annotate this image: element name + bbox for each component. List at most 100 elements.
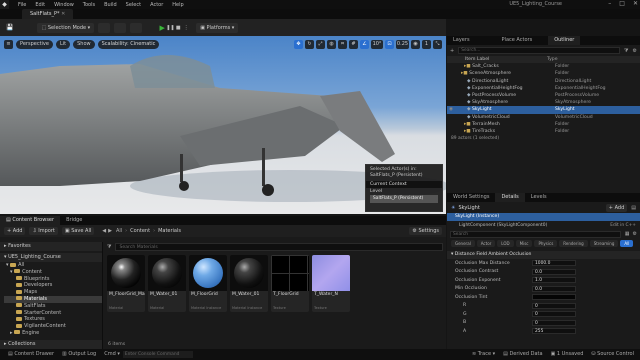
- tree-item-selected[interactable]: Materials: [4, 295, 102, 303]
- outliner-row[interactable]: ▸■ TireTracks Folder: [447, 128, 640, 135]
- section-header[interactable]: ▾ Distance Field Ambient Occlusion: [447, 251, 640, 259]
- asset-tile[interactable]: M_FloorGrid Material Instance: [189, 255, 227, 312]
- history-forward-icon[interactable]: ▶: [108, 228, 112, 234]
- tab-layers[interactable]: Layers: [447, 36, 476, 45]
- favorites-header[interactable]: ▸ Favorites: [0, 242, 102, 251]
- col-item-label[interactable]: Item Label: [465, 56, 547, 63]
- more-options-icon[interactable]: ⋮: [182, 24, 190, 32]
- tree-item[interactable]: StarterContent: [4, 310, 102, 317]
- asset-tile[interactable]: M_FloorGrid_Master Material: [107, 255, 145, 312]
- outliner-row[interactable]: ▸■ SceneAtmosphere Folder: [447, 70, 640, 77]
- outliner-row[interactable]: ◉ ◆ SkyLight SkyLight: [447, 106, 640, 114]
- close-icon[interactable]: ✕: [633, 0, 638, 9]
- path-all[interactable]: All: [116, 228, 122, 234]
- property-matrix-icon[interactable]: ▦: [625, 231, 630, 237]
- tree-item[interactable]: Blueprints: [4, 276, 102, 283]
- tab-level[interactable]: SaltFlats_P* ✕: [22, 9, 74, 19]
- tree-item[interactable]: Textures: [4, 316, 102, 323]
- outliner-row[interactable]: ◆ PostProcessVolume PostProcessVolume: [447, 92, 640, 99]
- visibility-icon[interactable]: [447, 92, 455, 99]
- settings-icon[interactable]: ⚙: [633, 231, 637, 237]
- collections-header[interactable]: ▸ Collections: [0, 340, 102, 349]
- path-content[interactable]: Content: [130, 228, 150, 234]
- console-input[interactable]: Enter Console Command: [122, 351, 193, 358]
- property-value-input[interactable]: 255: [532, 328, 576, 335]
- filter-tab[interactable]: Misc: [515, 239, 533, 247]
- outliner-search-input[interactable]: Search...: [458, 47, 621, 54]
- history-back-icon[interactable]: ◀: [102, 228, 106, 234]
- asset-tile[interactable]: M_Water_01 Material Instance: [230, 255, 268, 312]
- asset-tile[interactable]: T_Water_N Texture: [312, 255, 350, 312]
- save-icon[interactable]: 💾: [6, 24, 13, 31]
- show-button[interactable]: Show: [73, 39, 95, 49]
- unreal-logo-icon[interactable]: ◆: [0, 0, 9, 9]
- asset-tile[interactable]: M_Water_01 Material: [148, 255, 186, 312]
- visibility-icon[interactable]: [447, 78, 455, 85]
- tab-details[interactable]: Details: [495, 193, 525, 202]
- filter-tab[interactable]: Physics: [534, 239, 558, 247]
- col-type[interactable]: Type: [547, 56, 558, 63]
- menu-help[interactable]: Help: [172, 2, 183, 8]
- settings-icon[interactable]: ⚙: [633, 48, 637, 54]
- filter-icon[interactable]: ⧩: [624, 48, 628, 54]
- tree-item[interactable]: Developers: [4, 282, 102, 289]
- property-value-input[interactable]: 1000.0: [532, 260, 576, 267]
- minimize-icon[interactable]: –: [608, 0, 611, 9]
- scale-icon[interactable]: ⤢: [316, 39, 325, 49]
- asset-tile[interactable]: T_FloorGrid Texture: [271, 255, 309, 312]
- visibility-icon[interactable]: [447, 128, 455, 135]
- outliner-row[interactable]: ▸■ Salt_Cracks Folder: [447, 63, 640, 70]
- outliner-row[interactable]: ◆ DirectionalLight DirectionalLight: [447, 78, 640, 85]
- scalability-button[interactable]: Scalability: Cinematic: [97, 39, 160, 49]
- settings-button[interactable]: ⚙ Settings: [409, 227, 442, 235]
- tree-item[interactable]: SaltFlats: [4, 303, 102, 310]
- scale-snap-value[interactable]: 0.25: [396, 39, 409, 49]
- property-value-input[interactable]: 0.0: [532, 285, 576, 292]
- menu-build[interactable]: Build: [104, 2, 117, 8]
- outliner-row[interactable]: ◆ SkyAtmosphere SkyAtmosphere: [447, 99, 640, 106]
- trace-button[interactable]: ≋ Trace ▾: [472, 349, 495, 360]
- cmd-dropdown[interactable]: Cmd ▾: [104, 349, 120, 360]
- component-row[interactable]: LightComponent (SkyLightComponent0) Edit…: [447, 221, 640, 229]
- level-dropdown[interactable]: SaltFlats_P (Persistent): [370, 195, 438, 203]
- save-all-button[interactable]: ▣ Save All: [61, 227, 95, 235]
- property-value-input[interactable]: 0: [532, 319, 576, 326]
- property-value-input[interactable]: 0: [532, 311, 576, 318]
- lit-button[interactable]: Lit: [55, 39, 71, 49]
- source-control-button[interactable]: ⛁ Source Control: [591, 349, 634, 360]
- edit-cpp-link[interactable]: Edit in C++: [610, 223, 636, 228]
- visibility-icon[interactable]: [447, 63, 455, 70]
- property-value-input[interactable]: 1.0: [532, 277, 576, 284]
- add-button[interactable]: + Add: [4, 227, 26, 235]
- pause-icon[interactable]: ❚❚: [166, 24, 174, 32]
- stop-icon[interactable]: ■: [174, 24, 182, 32]
- filter-tab[interactable]: Rendering: [559, 239, 588, 247]
- menu-tools[interactable]: Tools: [83, 2, 95, 8]
- angle-snap-value[interactable]: 10°: [371, 39, 383, 49]
- path-materials[interactable]: Materials: [158, 228, 181, 234]
- details-search-input[interactable]: Search: [450, 230, 621, 238]
- search-input[interactable]: Search Materials: [115, 243, 443, 251]
- tree-item[interactable]: ▾ All: [4, 262, 102, 269]
- visibility-icon[interactable]: [447, 85, 455, 92]
- outliner-row[interactable]: ◆ VolumetricCloud VolumetricCloud: [447, 114, 640, 121]
- menu-select[interactable]: Select: [126, 2, 141, 8]
- blueprint-button[interactable]: [114, 22, 127, 33]
- surface-snap-icon[interactable]: ⌗: [338, 39, 347, 49]
- filter-icon[interactable]: ⧩: [107, 244, 111, 250]
- world-local-icon[interactable]: ◍: [327, 39, 336, 49]
- visibility-icon[interactable]: [447, 114, 455, 121]
- viewport-menu-icon[interactable]: ≡: [4, 39, 13, 49]
- quick-add-button[interactable]: [98, 22, 111, 33]
- filter-tab[interactable]: All: [620, 239, 634, 247]
- rotate-icon[interactable]: ↻: [305, 39, 314, 49]
- import-button[interactable]: ⇩ Import: [29, 227, 58, 235]
- content-drawer-button[interactable]: ▤ Content Drawer: [8, 349, 54, 360]
- menu-file[interactable]: File: [18, 2, 26, 8]
- outliner-row[interactable]: ◆ ExponentialHeightFog ExponentialHeightF…: [447, 85, 640, 92]
- filter-tab[interactable]: LOD: [497, 239, 514, 247]
- filter-tab[interactable]: Streaming: [589, 239, 619, 247]
- cinematics-button[interactable]: [130, 22, 143, 33]
- tree-item[interactable]: ▸ Engine: [4, 330, 102, 337]
- grid-snap-icon[interactable]: #: [349, 39, 358, 49]
